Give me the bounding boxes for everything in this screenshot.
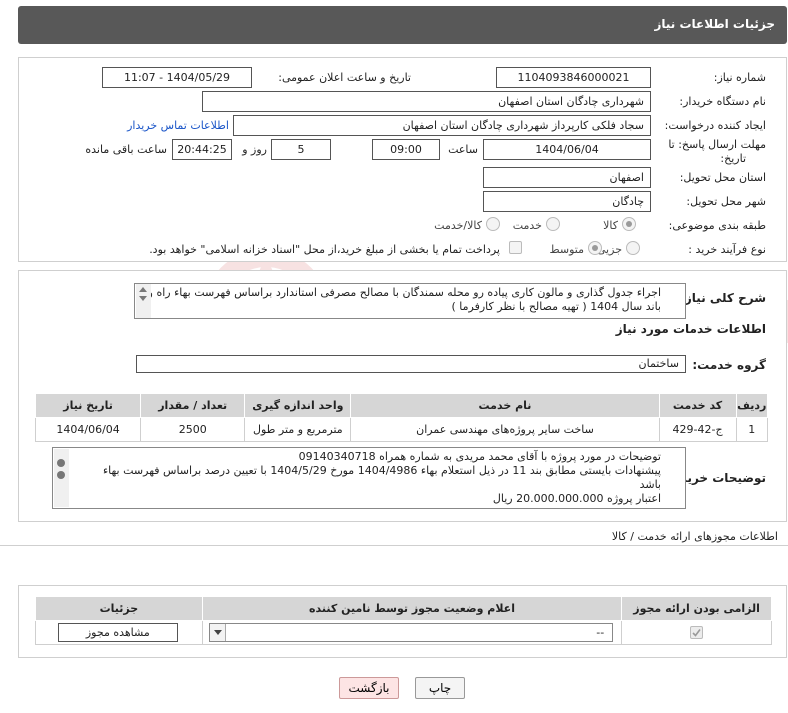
view-permit-button[interactable]: مشاهده مجوز xyxy=(57,623,178,642)
check-icon xyxy=(692,629,701,637)
note-line-4: اعتبار پروژه 20.000.000.000 ریال xyxy=(492,492,661,505)
summary-label: شرح کلی نیاز: xyxy=(680,291,766,305)
buyer-contact-link[interactable]: اطلاعات تماس خریدار xyxy=(127,119,229,132)
permits-table: الزامی بودن ارائه مجوز اعلام وضعیت مجوز … xyxy=(35,596,772,645)
treasury-checkbox[interactable] xyxy=(509,241,522,254)
table-row: -- مشاهده مجوز xyxy=(35,620,772,645)
cell-details: مشاهده مجوز xyxy=(35,620,203,645)
need-details-panel: شرح کلی نیاز: اجراء جدول گذاری و مالون ک… xyxy=(18,270,787,522)
announce-label: تاریخ و ساعت اعلان عمومی: xyxy=(278,71,411,84)
treasury-note: پرداخت تمام یا بخشی از مبلغ خرید،از محل … xyxy=(149,243,500,256)
deadline-label: مهلت ارسال پاسخ: تا xyxy=(668,138,766,151)
note-line-2: پیشنهادات بایستی مطابق بند 11 در ذیل است… xyxy=(102,464,661,477)
cell-status: -- xyxy=(201,620,623,645)
category-service-radio[interactable] xyxy=(546,217,560,231)
province-field: اصفهان xyxy=(483,167,651,188)
back-button[interactable]: بازگشت xyxy=(339,677,399,699)
city-field: چادگان xyxy=(483,191,651,212)
col-status: اعلام وضعیت مجوز توسط نامین کننده xyxy=(201,596,623,621)
days-label: روز و xyxy=(242,143,267,156)
services-title: اطلاعات خدمات مورد نیاز xyxy=(615,322,766,336)
select-value: -- xyxy=(596,626,605,639)
table-row: 1 ج-42-429 ساخت سایر پروژه‌های مهندسی عم… xyxy=(34,417,769,442)
cell-name: ساخت سایر پروژه‌های مهندسی عمران xyxy=(350,417,660,442)
general-info-panel: شماره نیاز: 1104093846000021 تاریخ و ساع… xyxy=(18,57,787,262)
category-goods-label: کالا xyxy=(603,219,618,232)
service-group-label: گروه خدمت: xyxy=(692,358,766,372)
creator-label: ایجاد کننده درخواست: xyxy=(664,119,766,132)
col-details: جزئیات xyxy=(35,596,203,621)
need-number-field: 1104093846000021 xyxy=(496,67,651,88)
process-minor-radio[interactable] xyxy=(626,241,640,255)
deadline-label-date: تاریخ: xyxy=(720,152,746,165)
category-goods-radio[interactable] xyxy=(622,217,636,231)
need-number-label: شماره نیاز: xyxy=(713,71,766,84)
page-title: جزئیات اطلاعات نیاز xyxy=(654,17,775,31)
buyer-notes-textarea[interactable]: توضیحات در مورد پروژه با آقای محمد مریدی… xyxy=(52,447,686,509)
note-line-1: توضیحات در مورد پروژه با آقای محمد مریدی… xyxy=(298,450,661,463)
announce-field: 1404/05/29 - 11:07 xyxy=(102,67,252,88)
section-divider xyxy=(0,545,788,546)
summary-textarea[interactable]: اجراء جدول گذاری و مالون کاری پیاده رو م… xyxy=(134,283,686,319)
permits-panel: الزامی بودن ارائه مجوز اعلام وضعیت مجوز … xyxy=(18,585,787,658)
category-service-label: خدمت xyxy=(512,219,542,232)
cell-code: ج-42-429 xyxy=(658,417,737,442)
note-line-3: باشد xyxy=(639,478,661,491)
deadline-date-field: 1404/06/04 xyxy=(483,139,651,160)
creator-field: سجاد فلکی کارپرداز شهرداری چادگان استان … xyxy=(233,115,651,136)
process-label: نوع فرآیند خرید : xyxy=(688,243,766,256)
col-unit: واحد اندازه گیری xyxy=(244,393,352,418)
required-checkbox xyxy=(690,626,703,639)
remaining-label: ساعت باقی مانده xyxy=(85,143,167,156)
col-required: الزامی بودن ارائه مجوز xyxy=(621,596,772,621)
scroll-up-icon xyxy=(139,287,147,292)
scroll-up-icon xyxy=(57,459,65,467)
page-header: جزئیات اطلاعات نیاز xyxy=(18,6,787,44)
col-date: تاریخ نیاز xyxy=(34,393,142,418)
scroll-down-icon xyxy=(139,296,147,301)
chevron-down-icon xyxy=(214,630,223,635)
select-arrow-box xyxy=(210,624,227,641)
process-medium-radio[interactable] xyxy=(588,241,602,255)
scroll-down-icon xyxy=(57,471,65,479)
days-field: 5 xyxy=(271,139,331,160)
process-medium-label: متوسط xyxy=(549,243,584,256)
col-qty: تعداد / مقدار xyxy=(140,393,246,418)
cell-unit: مترمربع و متر طول xyxy=(244,417,352,442)
remaining-time-field: 20:44:25 xyxy=(172,139,232,160)
permits-section-title: اطلاعات مجوزهای ارائه خدمت / کالا xyxy=(611,530,778,543)
print-button[interactable]: چاپ xyxy=(415,677,465,699)
buyer-org-label: نام دستگاه خریدار: xyxy=(679,95,766,108)
notes-scrollbar[interactable] xyxy=(54,449,69,507)
col-row: ردیف xyxy=(735,393,769,418)
deadline-time-field: 09:00 xyxy=(372,139,440,160)
cell-required xyxy=(621,620,772,645)
category-both-label: کالا/خدمت xyxy=(434,219,482,232)
category-both-radio[interactable] xyxy=(486,217,500,231)
summary-scrollbar[interactable] xyxy=(136,284,151,318)
service-group-field: ساختمان xyxy=(136,355,686,373)
category-label: طبقه بندی موضوعی: xyxy=(668,219,766,232)
cell-date: 1404/06/04 xyxy=(34,417,142,442)
permit-status-select[interactable]: -- xyxy=(209,623,614,642)
col-code: کد خدمت xyxy=(658,393,737,418)
cell-row: 1 xyxy=(735,417,769,442)
services-table: ردیف کد خدمت نام خدمت واحد اندازه گیری ت… xyxy=(34,393,769,442)
city-label: شهر محل تحویل: xyxy=(686,195,766,208)
province-label: استان محل تحویل: xyxy=(679,171,766,184)
time-label: ساعت xyxy=(448,143,478,156)
col-name: نام خدمت xyxy=(350,393,660,418)
buyer-org-field: شهرداری چادگان استان اصفهان xyxy=(202,91,651,112)
cell-qty: 2500 xyxy=(140,417,246,442)
